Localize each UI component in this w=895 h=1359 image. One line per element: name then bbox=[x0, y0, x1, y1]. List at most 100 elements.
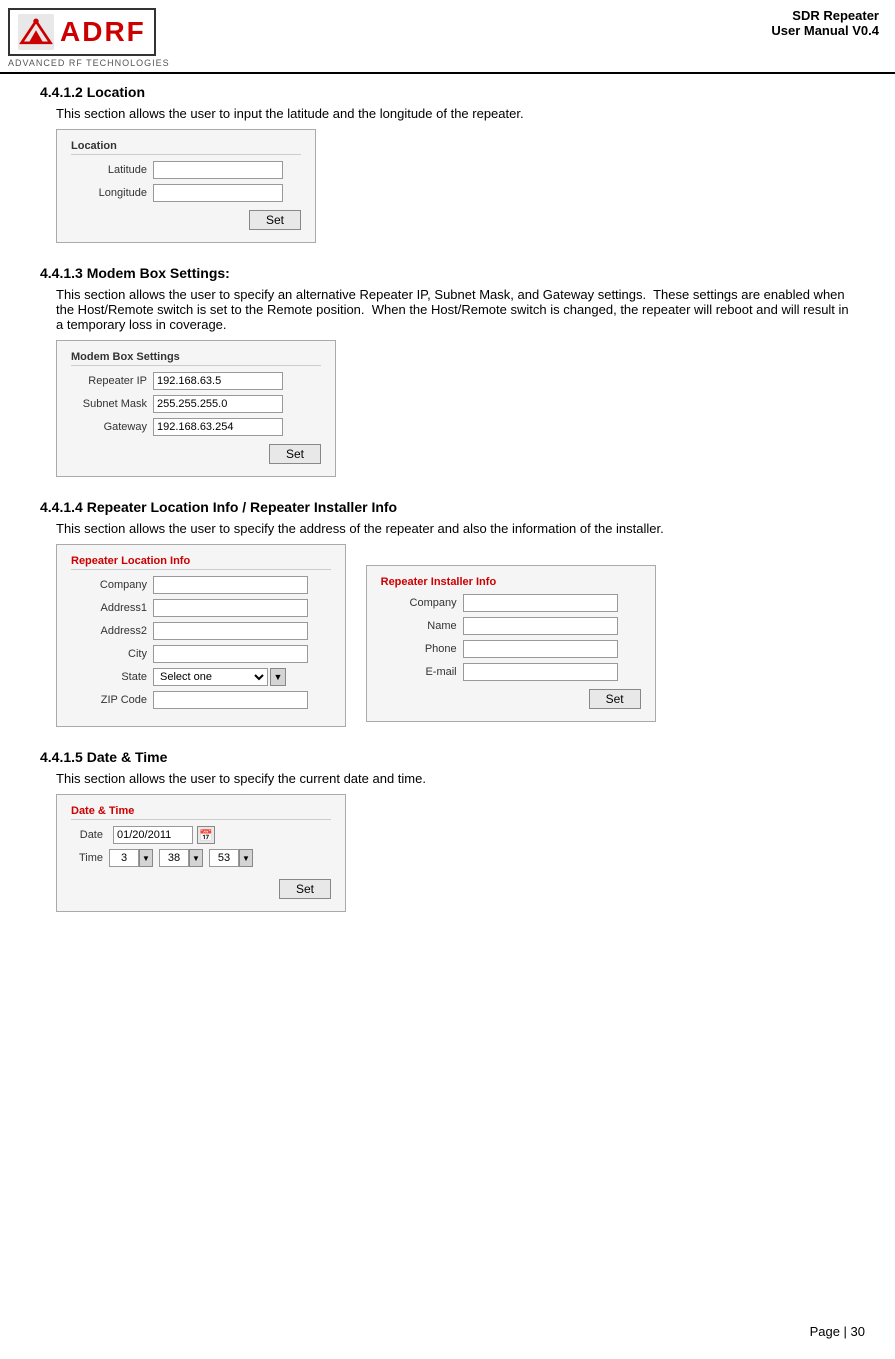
section-datetime-desc: This section allows the user to specify … bbox=[56, 771, 855, 786]
loc-city-label: City bbox=[71, 648, 153, 660]
loc-zip-label: ZIP Code bbox=[71, 694, 153, 706]
installer-panel-title: Repeater Installer Info bbox=[381, 576, 641, 588]
state-dropdown-arrow-icon[interactable]: ▼ bbox=[270, 668, 286, 686]
section-modem-desc: This section allows the user to specify … bbox=[56, 287, 855, 332]
repeater-location-panel-title: Repeater Location Info bbox=[71, 555, 331, 570]
hour-input[interactable] bbox=[109, 849, 139, 867]
subnet-mask-label: Subnet Mask bbox=[71, 398, 153, 410]
loc-address1-row: Address1 bbox=[71, 599, 331, 617]
loc-company-input[interactable] bbox=[153, 576, 308, 594]
state-select[interactable]: Select one ALAKAZCA COFLGANY TX bbox=[153, 668, 268, 686]
subnet-mask-row: Subnet Mask bbox=[71, 395, 321, 413]
loc-address2-label: Address2 bbox=[71, 625, 153, 637]
latitude-row: Latitude bbox=[71, 161, 301, 179]
hour-dropdown-btn[interactable]: ▼ bbox=[139, 849, 153, 867]
latitude-label: Latitude bbox=[71, 164, 153, 176]
second-input[interactable] bbox=[209, 849, 239, 867]
loc-city-row: City bbox=[71, 645, 331, 663]
second-dropdown-btn[interactable]: ▼ bbox=[239, 849, 253, 867]
loc-state-row: State Select one ALAKAZCA COFLGANY TX ▼ bbox=[71, 668, 331, 686]
section-location-heading: 4.4.1.2 Location bbox=[40, 84, 855, 100]
minute-dropdown-btn[interactable]: ▼ bbox=[189, 849, 203, 867]
repeater-ip-input[interactable] bbox=[153, 372, 283, 390]
location-set-button[interactable]: Set bbox=[249, 210, 301, 230]
latitude-input[interactable] bbox=[153, 161, 283, 179]
loc-company-label: Company bbox=[71, 579, 153, 591]
datetime-set-button[interactable]: Set bbox=[279, 879, 331, 899]
loc-address2-input[interactable] bbox=[153, 622, 308, 640]
inst-name-row: Name bbox=[381, 617, 641, 635]
inst-phone-input[interactable] bbox=[463, 640, 618, 658]
inst-email-input[interactable] bbox=[463, 663, 618, 681]
time-row: Time ▼ ▼ ▼ bbox=[71, 849, 331, 867]
datetime-panel-title: Date & Time bbox=[71, 805, 331, 820]
gateway-input[interactable] bbox=[153, 418, 283, 436]
time-label: Time bbox=[71, 852, 109, 864]
subnet-mask-input[interactable] bbox=[153, 395, 283, 413]
inst-company-input[interactable] bbox=[463, 594, 618, 612]
header-title-line1: SDR Repeater bbox=[771, 8, 879, 23]
inst-name-label: Name bbox=[381, 620, 463, 632]
longitude-row: Longitude bbox=[71, 184, 301, 202]
datetime-panel: Date & Time Date 📅 Time ▼ bbox=[56, 794, 346, 912]
calendar-icon[interactable]: 📅 bbox=[197, 826, 215, 844]
header-title: SDR Repeater User Manual V0.4 bbox=[771, 8, 879, 38]
longitude-input[interactable] bbox=[153, 184, 283, 202]
loc-zip-input[interactable] bbox=[153, 691, 308, 709]
header-title-line2: User Manual V0.4 bbox=[771, 23, 879, 38]
inst-phone-row: Phone bbox=[381, 640, 641, 658]
logo-box: ADRF bbox=[8, 8, 156, 56]
date-input[interactable] bbox=[113, 826, 193, 844]
loc-company-row: Company bbox=[71, 576, 331, 594]
section-repeater-location: 4.4.1.4 Repeater Location Info / Repeate… bbox=[40, 499, 855, 727]
inst-email-row: E-mail bbox=[381, 663, 641, 681]
inst-company-row: Company bbox=[381, 594, 641, 612]
repeater-ip-label: Repeater IP bbox=[71, 375, 153, 387]
modem-set-button[interactable]: Set bbox=[269, 444, 321, 464]
section-modem-heading: 4.4.1.3 Modem Box Settings: bbox=[40, 265, 855, 281]
repeater-location-panel: Repeater Location Info Company Address1 … bbox=[56, 544, 346, 727]
logo-text: ADRF bbox=[60, 16, 146, 48]
loc-zip-row: ZIP Code bbox=[71, 691, 331, 709]
loc-city-input[interactable] bbox=[153, 645, 308, 663]
section-datetime-heading: 4.4.1.5 Date & Time bbox=[40, 749, 855, 765]
modem-panel: Modem Box Settings Repeater IP Subnet Ma… bbox=[56, 340, 336, 477]
section-datetime: 4.4.1.5 Date & Time This section allows … bbox=[40, 749, 855, 912]
gateway-row: Gateway bbox=[71, 418, 321, 436]
minute-wrapper: ▼ bbox=[159, 849, 203, 867]
gateway-label: Gateway bbox=[71, 421, 153, 433]
repeater-location-set-button[interactable]: Set bbox=[589, 689, 641, 709]
state-dropdown-wrapper: Select one ALAKAZCA COFLGANY TX ▼ bbox=[153, 668, 286, 686]
logo-area: ADRF ADVANCED RF TECHNOLOGIES bbox=[8, 8, 170, 68]
main-content: 4.4.1.2 Location This section allows the… bbox=[0, 84, 895, 974]
location-panel-title: Location bbox=[71, 140, 301, 155]
section-location-desc: This section allows the user to input th… bbox=[56, 106, 855, 121]
hour-wrapper: ▼ bbox=[109, 849, 153, 867]
section-location: 4.4.1.2 Location This section allows the… bbox=[40, 84, 855, 243]
minute-input[interactable] bbox=[159, 849, 189, 867]
loc-address2-row: Address2 bbox=[71, 622, 331, 640]
location-panel: Location Latitude Longitude Set bbox=[56, 129, 316, 243]
loc-address1-input[interactable] bbox=[153, 599, 308, 617]
inst-name-input[interactable] bbox=[463, 617, 618, 635]
inst-phone-label: Phone bbox=[381, 643, 463, 655]
repeater-ip-row: Repeater IP bbox=[71, 372, 321, 390]
page-header: ADRF ADVANCED RF TECHNOLOGIES SDR Repeat… bbox=[0, 0, 895, 74]
inst-company-label: Company bbox=[381, 597, 463, 609]
loc-address1-label: Address1 bbox=[71, 602, 153, 614]
second-wrapper: ▼ bbox=[209, 849, 253, 867]
section-repeater-location-heading: 4.4.1.4 Repeater Location Info / Repeate… bbox=[40, 499, 855, 515]
loc-state-label: State bbox=[71, 671, 153, 683]
page-number: Page | 30 bbox=[810, 1324, 865, 1339]
page-footer: Page | 30 bbox=[810, 1324, 865, 1339]
installer-panel: Repeater Installer Info Company Name Pho… bbox=[366, 565, 656, 722]
longitude-label: Longitude bbox=[71, 187, 153, 199]
date-label: Date bbox=[71, 829, 109, 841]
modem-panel-title: Modem Box Settings bbox=[71, 351, 321, 366]
date-row: Date 📅 bbox=[71, 826, 331, 844]
adrf-logo-icon bbox=[18, 14, 54, 50]
logo-subtitle: ADVANCED RF TECHNOLOGIES bbox=[8, 58, 170, 68]
time-inputs: ▼ ▼ ▼ bbox=[109, 849, 253, 867]
inst-email-label: E-mail bbox=[381, 666, 463, 678]
section-modem: 4.4.1.3 Modem Box Settings: This section… bbox=[40, 265, 855, 477]
